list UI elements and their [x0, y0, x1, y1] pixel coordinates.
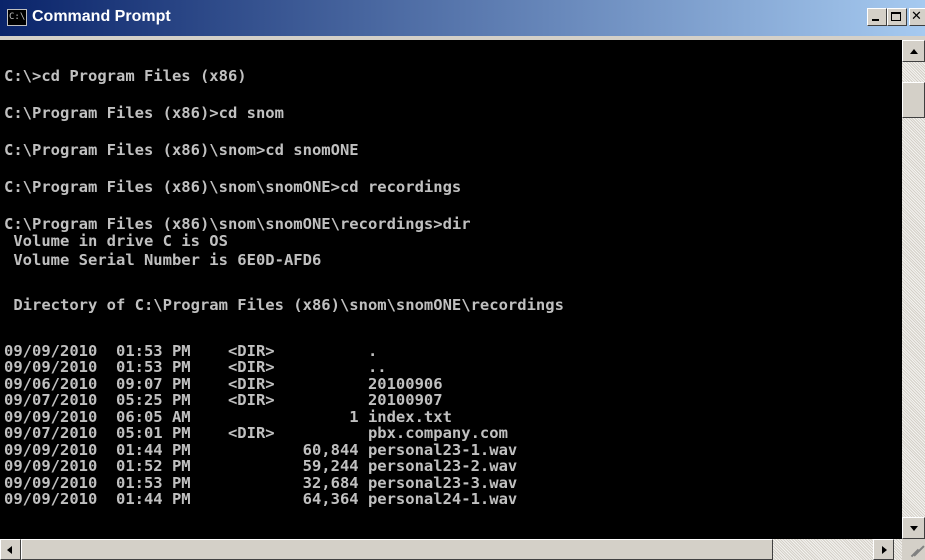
arrow-up-icon	[910, 49, 918, 54]
close-button[interactable]: ✕	[909, 8, 925, 26]
arrow-right-icon	[882, 546, 887, 554]
resize-grip-icon[interactable]	[902, 539, 925, 560]
vertical-scroll-thumb[interactable]	[902, 82, 925, 118]
close-icon: ✕	[911, 9, 922, 24]
dir-listing-row: 09/09/2010 01:53 PM <DIR> .	[4, 342, 378, 360]
dir-listing-row: 09/09/2010 01:53 PM <DIR> ..	[4, 358, 387, 376]
command-prompt-window: C:\. Command Prompt ✕ C:\>cd Program Fil…	[0, 0, 925, 560]
window-title: Command Prompt	[32, 8, 171, 25]
scroll-left-button[interactable]	[0, 539, 21, 560]
console-line: Volume in drive C is OS	[4, 232, 228, 250]
scroll-down-button[interactable]	[902, 517, 925, 539]
dir-listing-row: 09/09/2010 01:44 PM 60,844 personal23-1.…	[4, 441, 518, 459]
minimize-button[interactable]	[867, 8, 887, 26]
minimize-icon	[872, 19, 879, 21]
dir-listing-row: 09/09/2010 06:05 AM 1 index.txt	[4, 408, 452, 426]
dir-listing-row: 09/09/2010 01:44 PM 64,364 personal24-1.…	[4, 490, 518, 508]
scroll-right-button[interactable]	[873, 539, 894, 560]
maximize-icon	[891, 12, 901, 21]
console-output[interactable]: C:\>cd Program Files (x86) C:\Program Fi…	[0, 40, 902, 539]
dir-listing-row: 09/09/2010 01:52 PM 59,244 personal23-2.…	[4, 457, 518, 475]
console-line: C:\Program Files (x86)\snom\snomONE\reco…	[4, 215, 471, 233]
maximize-button[interactable]	[887, 8, 907, 26]
dir-listing-row: 09/09/2010 01:53 PM 32,684 personal23-3.…	[4, 474, 518, 492]
console-line: C:\Program Files (x86)>cd snom	[4, 104, 284, 122]
horizontal-scrollbar[interactable]	[0, 539, 902, 560]
scroll-up-button[interactable]	[902, 40, 925, 62]
horizontal-scroll-thumb[interactable]	[21, 539, 773, 560]
arrow-down-icon	[910, 526, 918, 531]
console-line: Volume Serial Number is 6E0D-AFD6	[4, 251, 322, 269]
dir-listing-row: 09/06/2010 09:07 PM <DIR> 20100906	[4, 375, 443, 393]
dir-listing-row: 09/07/2010 05:25 PM <DIR> 20100907	[4, 391, 443, 409]
dir-listing-row: 09/07/2010 05:01 PM <DIR> pbx.company.co…	[4, 424, 508, 442]
console-line: C:\Program Files (x86)\snom>cd snomONE	[4, 141, 359, 159]
arrow-left-icon	[7, 546, 12, 554]
console-line: C:\Program Files (x86)\snom\snomONE>cd r…	[4, 178, 462, 196]
vertical-scrollbar[interactable]	[902, 40, 925, 539]
cmd-window-icon[interactable]: C:\.	[7, 9, 27, 26]
title-bar[interactable]: C:\. Command Prompt ✕	[0, 0, 925, 36]
console-line: C:\>cd Program Files (x86)	[4, 67, 247, 85]
console-line: Directory of C:\Program Files (x86)\snom…	[4, 296, 564, 314]
